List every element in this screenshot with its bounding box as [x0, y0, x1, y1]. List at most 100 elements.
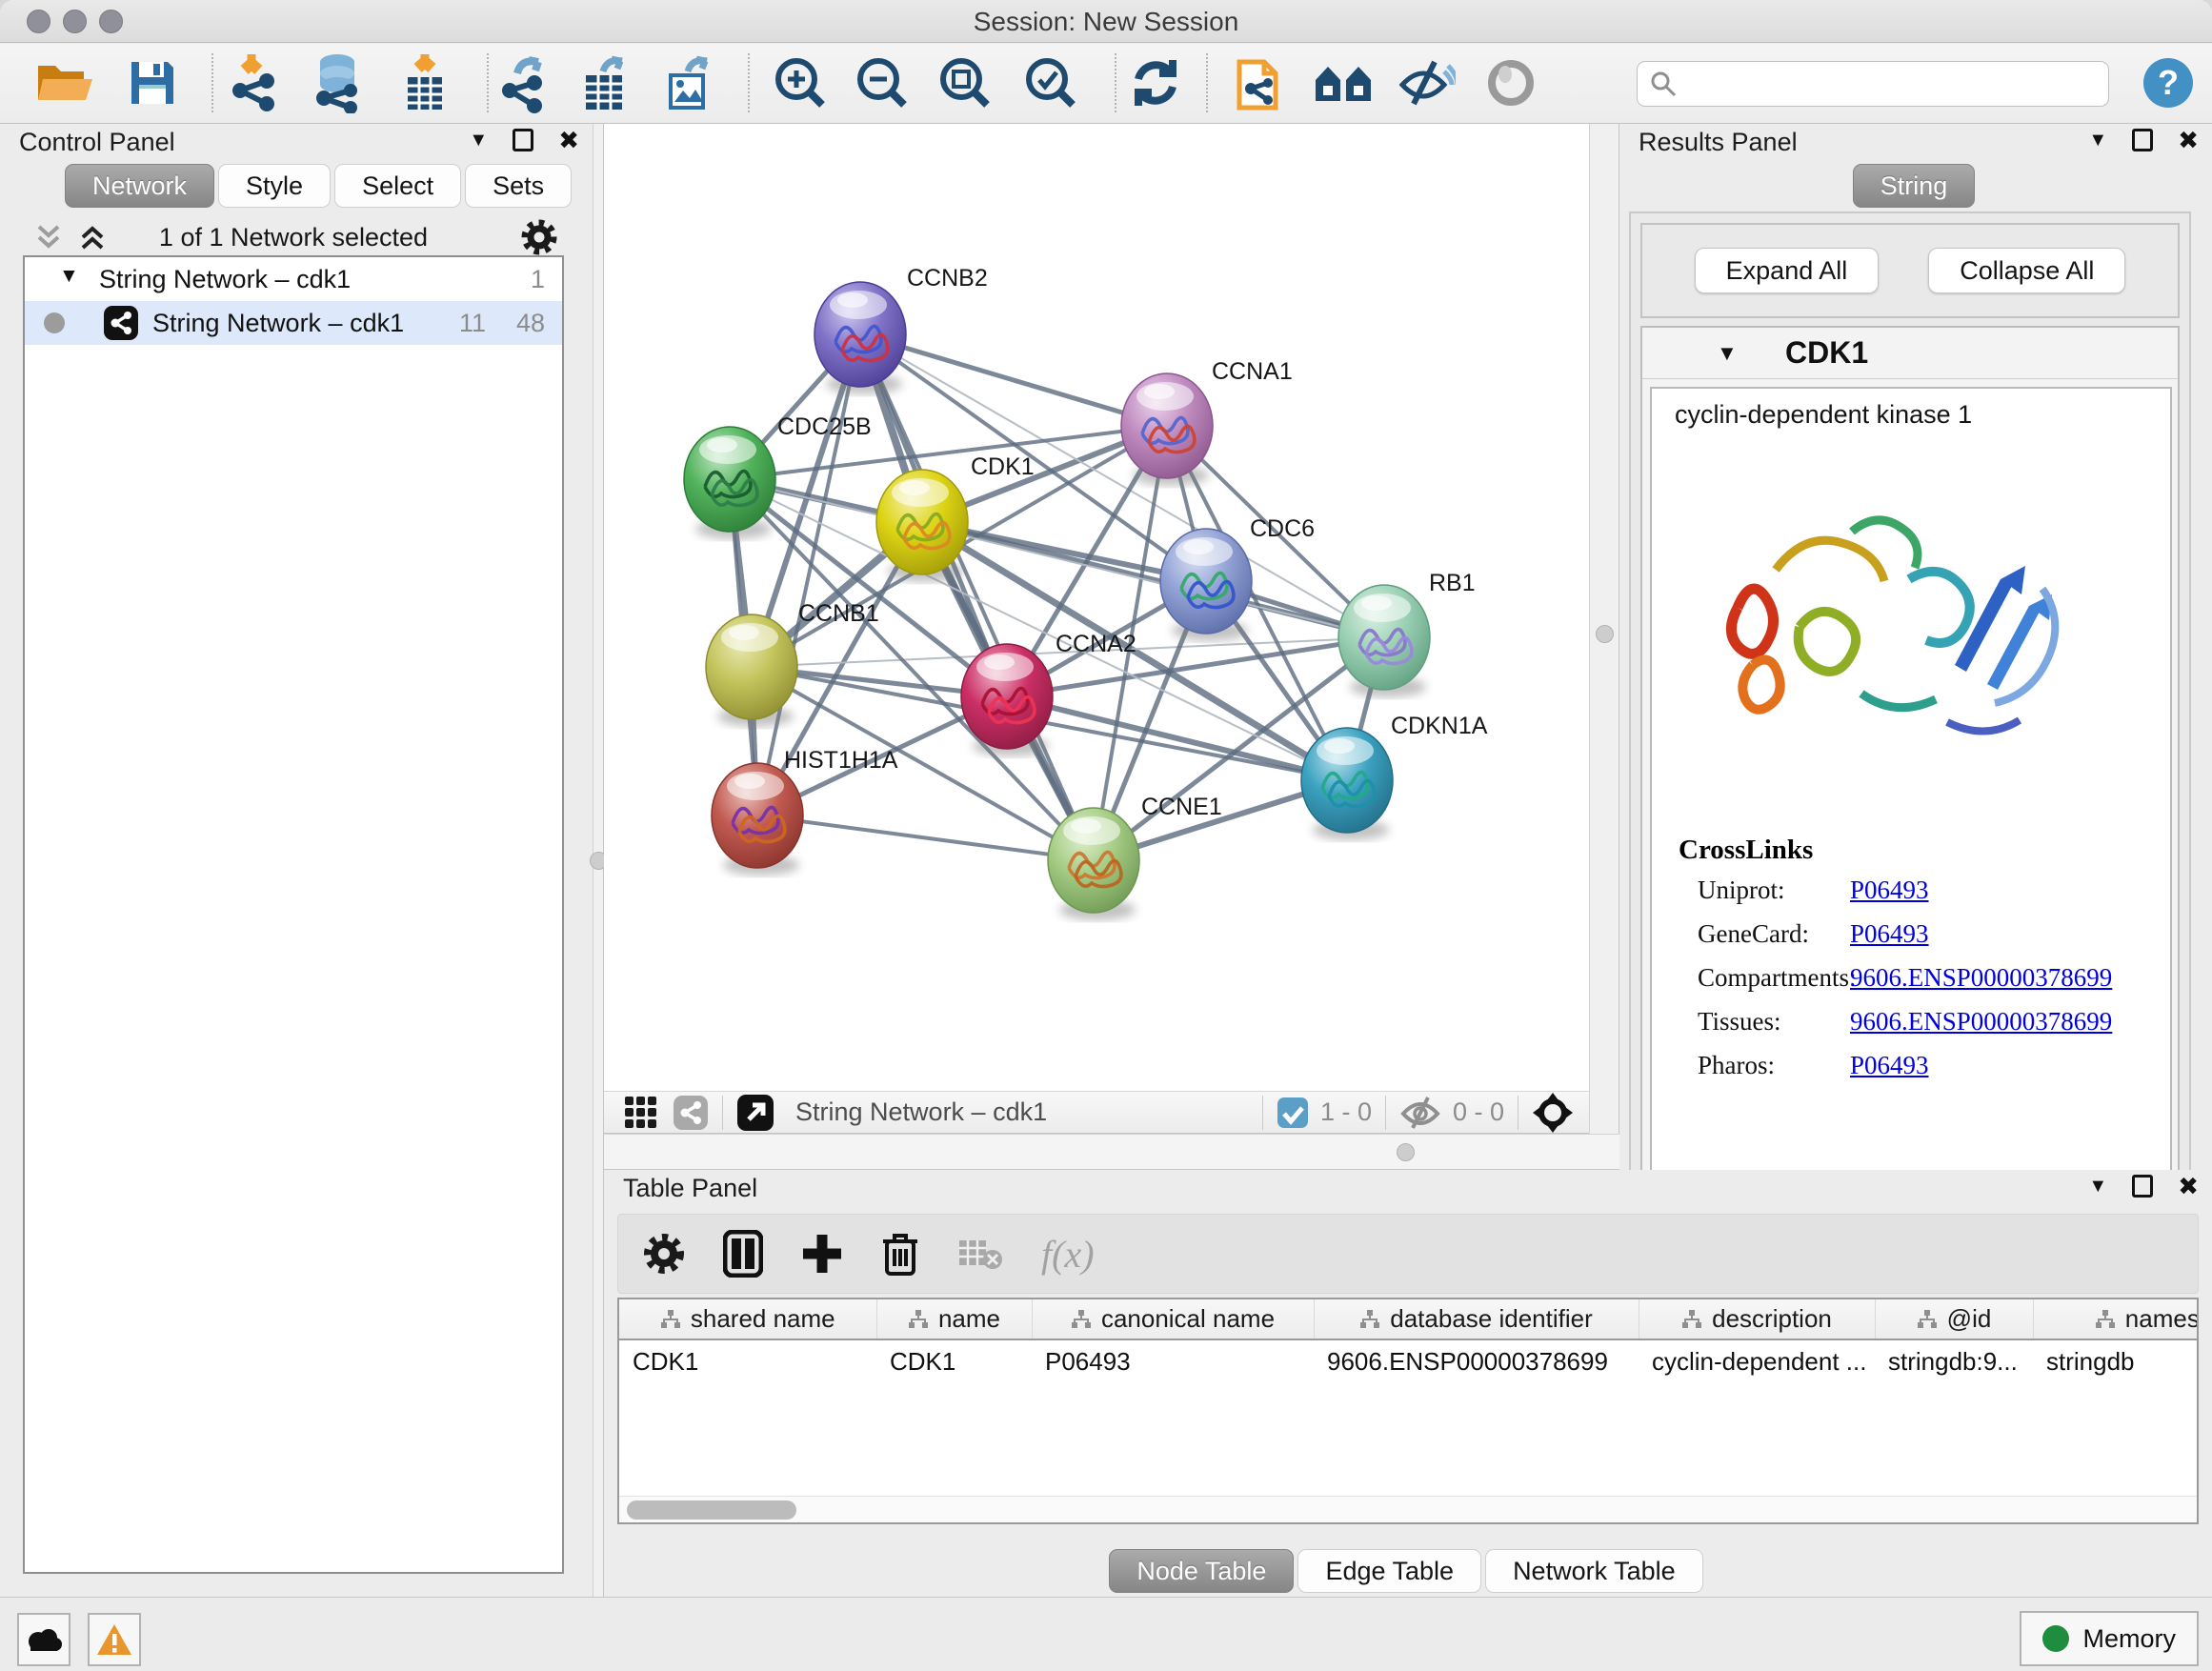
- table-row[interactable]: CDK1CDK1P064939606.ENSP00000378699cyclin…: [619, 1339, 2199, 1383]
- open-session-button[interactable]: [29, 50, 101, 116]
- column-header[interactable]: shared name: [619, 1299, 876, 1339]
- tab-network[interactable]: Network: [65, 164, 214, 208]
- tab-network-table[interactable]: Network Table: [1485, 1549, 1703, 1593]
- show-hide-details-button[interactable]: [1390, 50, 1462, 116]
- node-table[interactable]: shared namenamecanonical namedatabase id…: [617, 1298, 2199, 1524]
- search-field[interactable]: [1637, 61, 2109, 107]
- network-collection-row[interactable]: ▼ String Network – cdk1 1: [25, 257, 562, 301]
- toolbar-separator: [722, 1096, 723, 1130]
- network-node-CCNB2[interactable]: CCNB2: [814, 265, 988, 387]
- tab-sets[interactable]: Sets: [465, 164, 572, 208]
- column-header[interactable]: description: [1639, 1299, 1875, 1339]
- tab-string[interactable]: String: [1853, 164, 1976, 208]
- column-header[interactable]: canonical name: [1032, 1299, 1314, 1339]
- table-cell[interactable]: cyclin-dependent ...: [1639, 1339, 1875, 1383]
- network-row-selected[interactable]: String Network – cdk1 11 48: [25, 301, 562, 345]
- create-column-icon[interactable]: [801, 1233, 843, 1275]
- selected-checkbox-icon[interactable]: [1277, 1097, 1309, 1129]
- table-cell[interactable]: P06493: [1032, 1339, 1314, 1383]
- right-splitter[interactable]: [1589, 124, 1619, 1134]
- left-splitter[interactable]: [593, 124, 604, 1597]
- collection-expand-icon[interactable]: ▼: [59, 265, 79, 288]
- close-panel-icon[interactable]: ✖: [558, 128, 579, 152]
- function-builder-icon[interactable]: f(x): [1041, 1232, 1095, 1277]
- table-cell[interactable]: CDK1: [619, 1339, 876, 1383]
- export-network-button[interactable]: [489, 50, 561, 116]
- network-node-CCNA2[interactable]: CCNA2: [961, 631, 1136, 749]
- tab-node-table[interactable]: Node Table: [1109, 1549, 1294, 1593]
- collapse-all-button[interactable]: Collapse All: [1928, 248, 2125, 293]
- table-cell[interactable]: 9606.ENSP00000378699: [1314, 1339, 1639, 1383]
- network-canvas[interactable]: CCNB2CCNA1CDC25BCDK1CDC6RB1CCNB1CCNA2CDK…: [604, 124, 1589, 1091]
- table-options-gear-icon[interactable]: [643, 1233, 685, 1275]
- zoom-out-button[interactable]: [846, 50, 918, 116]
- close-panel-icon[interactable]: ✖: [2178, 128, 2199, 152]
- node-label-CCNB2: CCNB2: [907, 265, 988, 292]
- open-in-window-icon[interactable]: [736, 1094, 774, 1132]
- expand-all-button[interactable]: Expand All: [1695, 248, 1880, 293]
- import-string-network-button[interactable]: [1222, 50, 1295, 116]
- save-session-button[interactable]: [116, 50, 189, 116]
- show-columns-icon[interactable]: [723, 1230, 763, 1278]
- import-table-from-file-button[interactable]: [389, 50, 461, 116]
- float-panel-icon[interactable]: [2132, 129, 2153, 151]
- cloud-status-button[interactable]: [17, 1613, 70, 1666]
- float-panel-icon[interactable]: [2132, 1175, 2153, 1198]
- network-node-CDK1[interactable]: CDK1: [876, 453, 1035, 574]
- table-horizontal-scrollbar[interactable]: [619, 1496, 2197, 1522]
- refresh-button[interactable]: [1119, 50, 1192, 116]
- grid-view-icon[interactable]: [623, 1095, 659, 1131]
- delete-column-icon[interactable]: [881, 1230, 919, 1278]
- gene-collapse-icon[interactable]: ▼: [1717, 341, 1738, 366]
- column-header[interactable]: name: [876, 1299, 1032, 1339]
- compartments-link[interactable]: 9606.ENSP00000378699: [1850, 963, 2112, 1007]
- import-network-from-database-button[interactable]: [302, 50, 374, 116]
- tab-select[interactable]: Select: [334, 164, 461, 208]
- gene-section-header[interactable]: ▼ CDK1: [1642, 328, 2178, 379]
- help-button[interactable]: ?: [2132, 50, 2204, 116]
- uniprot-link[interactable]: P06493: [1850, 876, 1929, 919]
- network-overview-button[interactable]: [1307, 50, 1379, 116]
- search-input[interactable]: [1678, 70, 2087, 99]
- zoom-fit-button[interactable]: [929, 50, 1001, 116]
- panel-menu-icon[interactable]: ▼: [2088, 131, 2107, 150]
- network-node-CCNA1[interactable]: CCNA1: [1121, 358, 1293, 478]
- network-node-RB1[interactable]: RB1: [1338, 570, 1476, 690]
- panel-menu-icon[interactable]: ▼: [2088, 1177, 2107, 1196]
- table-cell[interactable]: stringdb: [2033, 1339, 2199, 1383]
- delete-table-icon[interactable]: [957, 1237, 1003, 1271]
- fit-selection-crosshair-icon[interactable]: [1532, 1092, 1574, 1134]
- right-splitter-handle[interactable]: [1596, 625, 1614, 643]
- genecard-link[interactable]: P06493: [1850, 919, 1929, 963]
- warning-icon: [95, 1622, 133, 1657]
- column-header[interactable]: database identifier: [1314, 1299, 1639, 1339]
- warnings-button[interactable]: [88, 1613, 141, 1666]
- close-panel-icon[interactable]: ✖: [2178, 1174, 2199, 1198]
- column-header[interactable]: namespace: [2033, 1299, 2199, 1339]
- tab-edge-table[interactable]: Edge Table: [1297, 1549, 1481, 1593]
- column-header[interactable]: @id: [1875, 1299, 2033, 1339]
- network-node-CCNB1[interactable]: CCNB1: [706, 600, 879, 719]
- network-node-CDKN1A[interactable]: CDKN1A: [1301, 713, 1488, 833]
- float-panel-icon[interactable]: [513, 129, 533, 151]
- memory-button[interactable]: Memory: [2020, 1611, 2199, 1666]
- panel-menu-icon[interactable]: ▼: [469, 131, 488, 150]
- export-image-button[interactable]: [654, 50, 726, 116]
- horizontal-splitter-handle[interactable]: [1397, 1143, 1415, 1161]
- scrollbar-thumb[interactable]: [627, 1500, 796, 1520]
- import-network-from-file-button[interactable]: [219, 50, 292, 116]
- network-options-gear-icon[interactable]: [520, 218, 558, 256]
- table-header-row[interactable]: shared namenamecanonical namedatabase id…: [619, 1299, 2199, 1339]
- table-cell[interactable]: CDK1: [876, 1339, 1032, 1383]
- zoom-in-button[interactable]: [764, 50, 836, 116]
- hidden-eye-icon[interactable]: [1399, 1096, 1441, 1130]
- zoom-selected-button[interactable]: [1015, 50, 1087, 116]
- share-view-icon[interactable]: [673, 1095, 709, 1131]
- export-table-button[interactable]: [571, 50, 643, 116]
- network-node-HIST1H1A[interactable]: HIST1H1A: [712, 747, 898, 868]
- birdseye-view-button[interactable]: [1475, 50, 1547, 116]
- table-cell[interactable]: stringdb:9...: [1875, 1339, 2033, 1383]
- pharos-link[interactable]: P06493: [1850, 1051, 1929, 1095]
- tab-style[interactable]: Style: [218, 164, 331, 208]
- tissues-link[interactable]: 9606.ENSP00000378699: [1850, 1007, 2112, 1051]
